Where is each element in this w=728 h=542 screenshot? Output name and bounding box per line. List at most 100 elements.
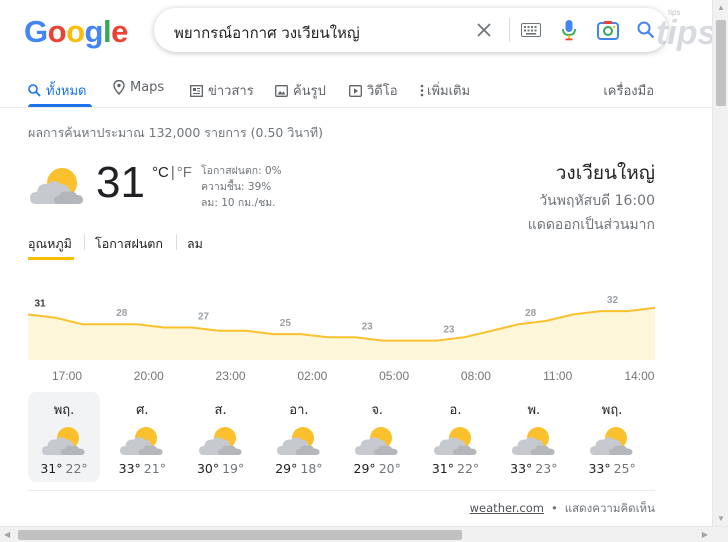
chart-x-tick-label: 14:00 <box>624 369 655 383</box>
day-forecast[interactable]: พฤ. 31° 22° <box>28 392 100 482</box>
chart-data-label: 28 <box>525 308 537 319</box>
chart-data-label: 25 <box>280 318 292 329</box>
partly-sunny-icon <box>106 424 178 458</box>
tab-label: เพิ่มเติม <box>427 84 471 99</box>
horizontal-scrollbar[interactable]: ◀ ▶ <box>0 526 728 542</box>
weather-tab-indicator <box>28 257 74 260</box>
unit-separator: | <box>170 164 175 181</box>
map-pin-icon <box>113 80 125 95</box>
precipitation: โอกาสฝนตก: 0% <box>201 165 282 177</box>
tab-wind[interactable]: ลม <box>187 234 203 254</box>
partly-sunny-icon <box>185 424 257 458</box>
keyboard-icon[interactable] <box>517 16 545 44</box>
partly-sunny-icon <box>498 424 570 458</box>
partly-sunny-icon <box>263 424 335 458</box>
tab-news[interactable]: ข่าวสาร <box>190 80 254 101</box>
unit-celsius[interactable]: °C <box>152 164 169 181</box>
tab-all[interactable]: ทั้งหมด <box>28 80 87 101</box>
tab-videos[interactable]: วิดีโอ <box>349 80 398 101</box>
day-temps: 30° 19° <box>185 461 257 476</box>
chart-data-label: 28 <box>116 308 128 319</box>
search-tabs: ทั้งหมด Maps ข่าวสาร ค้นรูป วิดีโอ เพิ่ม… <box>0 70 712 108</box>
scroll-down-arrow-icon[interactable]: ▼ <box>717 514 725 523</box>
scroll-right-arrow-icon[interactable]: ▶ <box>702 530 708 539</box>
clear-icon[interactable] <box>470 16 498 44</box>
more-vert-icon <box>420 84 424 97</box>
day-low-temp: 23° <box>535 461 558 476</box>
partly-sunny-icon <box>576 424 648 458</box>
day-name: อา. <box>289 403 309 418</box>
location-name: วงเวียนใหญ่ <box>555 162 655 184</box>
day-forecast[interactable]: อา. 29° 18° <box>263 392 335 482</box>
active-tab-indicator <box>28 104 92 107</box>
search-box[interactable]: พยากรณ์อากาศ วงเวียนใหญ่ <box>154 8 668 52</box>
tab-label: ข่าวสาร <box>208 84 254 99</box>
scroll-left-arrow-icon[interactable]: ◀ <box>4 530 10 539</box>
day-high-temp: 29° <box>275 461 298 476</box>
feedback-link[interactable]: แสดงความคิดเห็น <box>565 501 655 515</box>
image-icon <box>275 84 288 97</box>
day-low-temp: 19° <box>222 461 245 476</box>
vertical-scrollbar[interactable]: ▲ ▼ <box>712 0 728 526</box>
tab-maps[interactable]: Maps <box>113 80 164 95</box>
day-low-temp: 18° <box>300 461 323 476</box>
tab-label: ค้นรูป <box>293 84 326 99</box>
footer-separator: • <box>550 501 558 515</box>
vertical-scroll-thumb[interactable] <box>716 20 726 106</box>
video-icon <box>349 84 362 97</box>
chart-x-tick-label: 08:00 <box>460 369 491 383</box>
search-input[interactable]: พยากรณ์อากาศ วงเวียนใหญ่ <box>174 21 360 45</box>
unit-fahrenheit[interactable]: °F <box>177 164 192 181</box>
day-name: พฤ. <box>53 403 75 418</box>
chart-x-tick-label: 20:00 <box>133 369 164 383</box>
day-forecast[interactable]: อ. 31° 22° <box>420 392 492 482</box>
watermark-logo: tips <box>656 14 717 52</box>
day-name: พ. <box>527 403 541 418</box>
day-forecast[interactable]: ศ. 33° 21° <box>106 392 178 482</box>
day-name: ศ. <box>136 403 149 418</box>
chart-data-label: 32 <box>607 295 619 306</box>
day-high-temp: 31° <box>431 461 454 476</box>
day-forecast[interactable]: พ. 33° 23° <box>498 392 570 482</box>
horizontal-scroll-thumb[interactable] <box>18 530 462 540</box>
tab-temperature[interactable]: อุณหภูมิ <box>28 234 72 254</box>
weather-condition: แดดออกเป็นส่วนมาก <box>527 217 655 233</box>
weather-location-block: วงเวียนใหญ่ วันพฤหัสบดี 16:00 แดดออกเป็น… <box>528 158 655 236</box>
tab-more[interactable]: เพิ่มเติม <box>420 80 470 101</box>
tab-images[interactable]: ค้นรูป <box>275 80 326 101</box>
source-link[interactable]: weather.com <box>470 501 544 515</box>
day-high-temp: 33° <box>510 461 533 476</box>
current-temperature: 31 <box>96 158 145 207</box>
tab-label: ทั้งหมด <box>46 84 87 99</box>
chart-data-label: 23 <box>362 321 374 332</box>
tab-label: วิดีโอ <box>367 84 398 99</box>
chart-x-axis: 17:00 20:00 23:00 02:00 05:00 08:00 11:00 14:00 <box>28 369 655 385</box>
day-forecast[interactable]: จ. 29° 20° <box>341 392 413 482</box>
scroll-up-arrow-icon[interactable]: ▲ <box>717 3 725 12</box>
day-high-temp: 33° <box>588 461 611 476</box>
google-logo[interactable]: Google <box>24 14 128 50</box>
day-forecast[interactable]: ส. 30° 19° <box>185 392 257 482</box>
tools-button[interactable]: เครื่องมือ <box>603 80 654 101</box>
partly-sunny-icon <box>28 424 100 458</box>
camera-lens-icon[interactable] <box>594 16 622 44</box>
day-name: จ. <box>371 403 384 418</box>
result-stats: ผลการค้นหาประมาณ 132,000 รายการ (0.50 วิ… <box>28 125 324 140</box>
weather-details: โอกาสฝนตก: 0% ความชื้น: 39% ลม: 10 กม./ช… <box>201 163 282 211</box>
wind: ลม: 10 กม./ชม. <box>201 197 276 209</box>
temperature-chart: 31 28 27 25 23 23 28 32 <box>28 295 655 360</box>
day-forecast[interactable]: พฤ. 33° 25° <box>576 392 648 482</box>
day-name: ส. <box>214 403 227 418</box>
partly-sunny-icon <box>341 424 413 458</box>
day-temps: 33° 23° <box>498 461 570 476</box>
news-icon <box>190 84 203 97</box>
tab-precipitation[interactable]: โอกาสฝนตก <box>95 234 163 254</box>
chart-x-tick-label: 05:00 <box>379 369 410 383</box>
day-temps: 31° 22° <box>420 461 492 476</box>
microphone-icon[interactable] <box>555 16 583 44</box>
day-low-temp: 22° <box>65 461 88 476</box>
chart-x-tick-label: 23:00 <box>215 369 246 383</box>
daily-forecast: พฤ. 31° 22° ศ. 33° 21° ส. 30° 19° อา. 29° 18° จ. 29° 2… <box>28 392 655 484</box>
chart-data-label: 27 <box>198 312 210 323</box>
chart-x-tick-label: 11:00 <box>543 369 573 383</box>
